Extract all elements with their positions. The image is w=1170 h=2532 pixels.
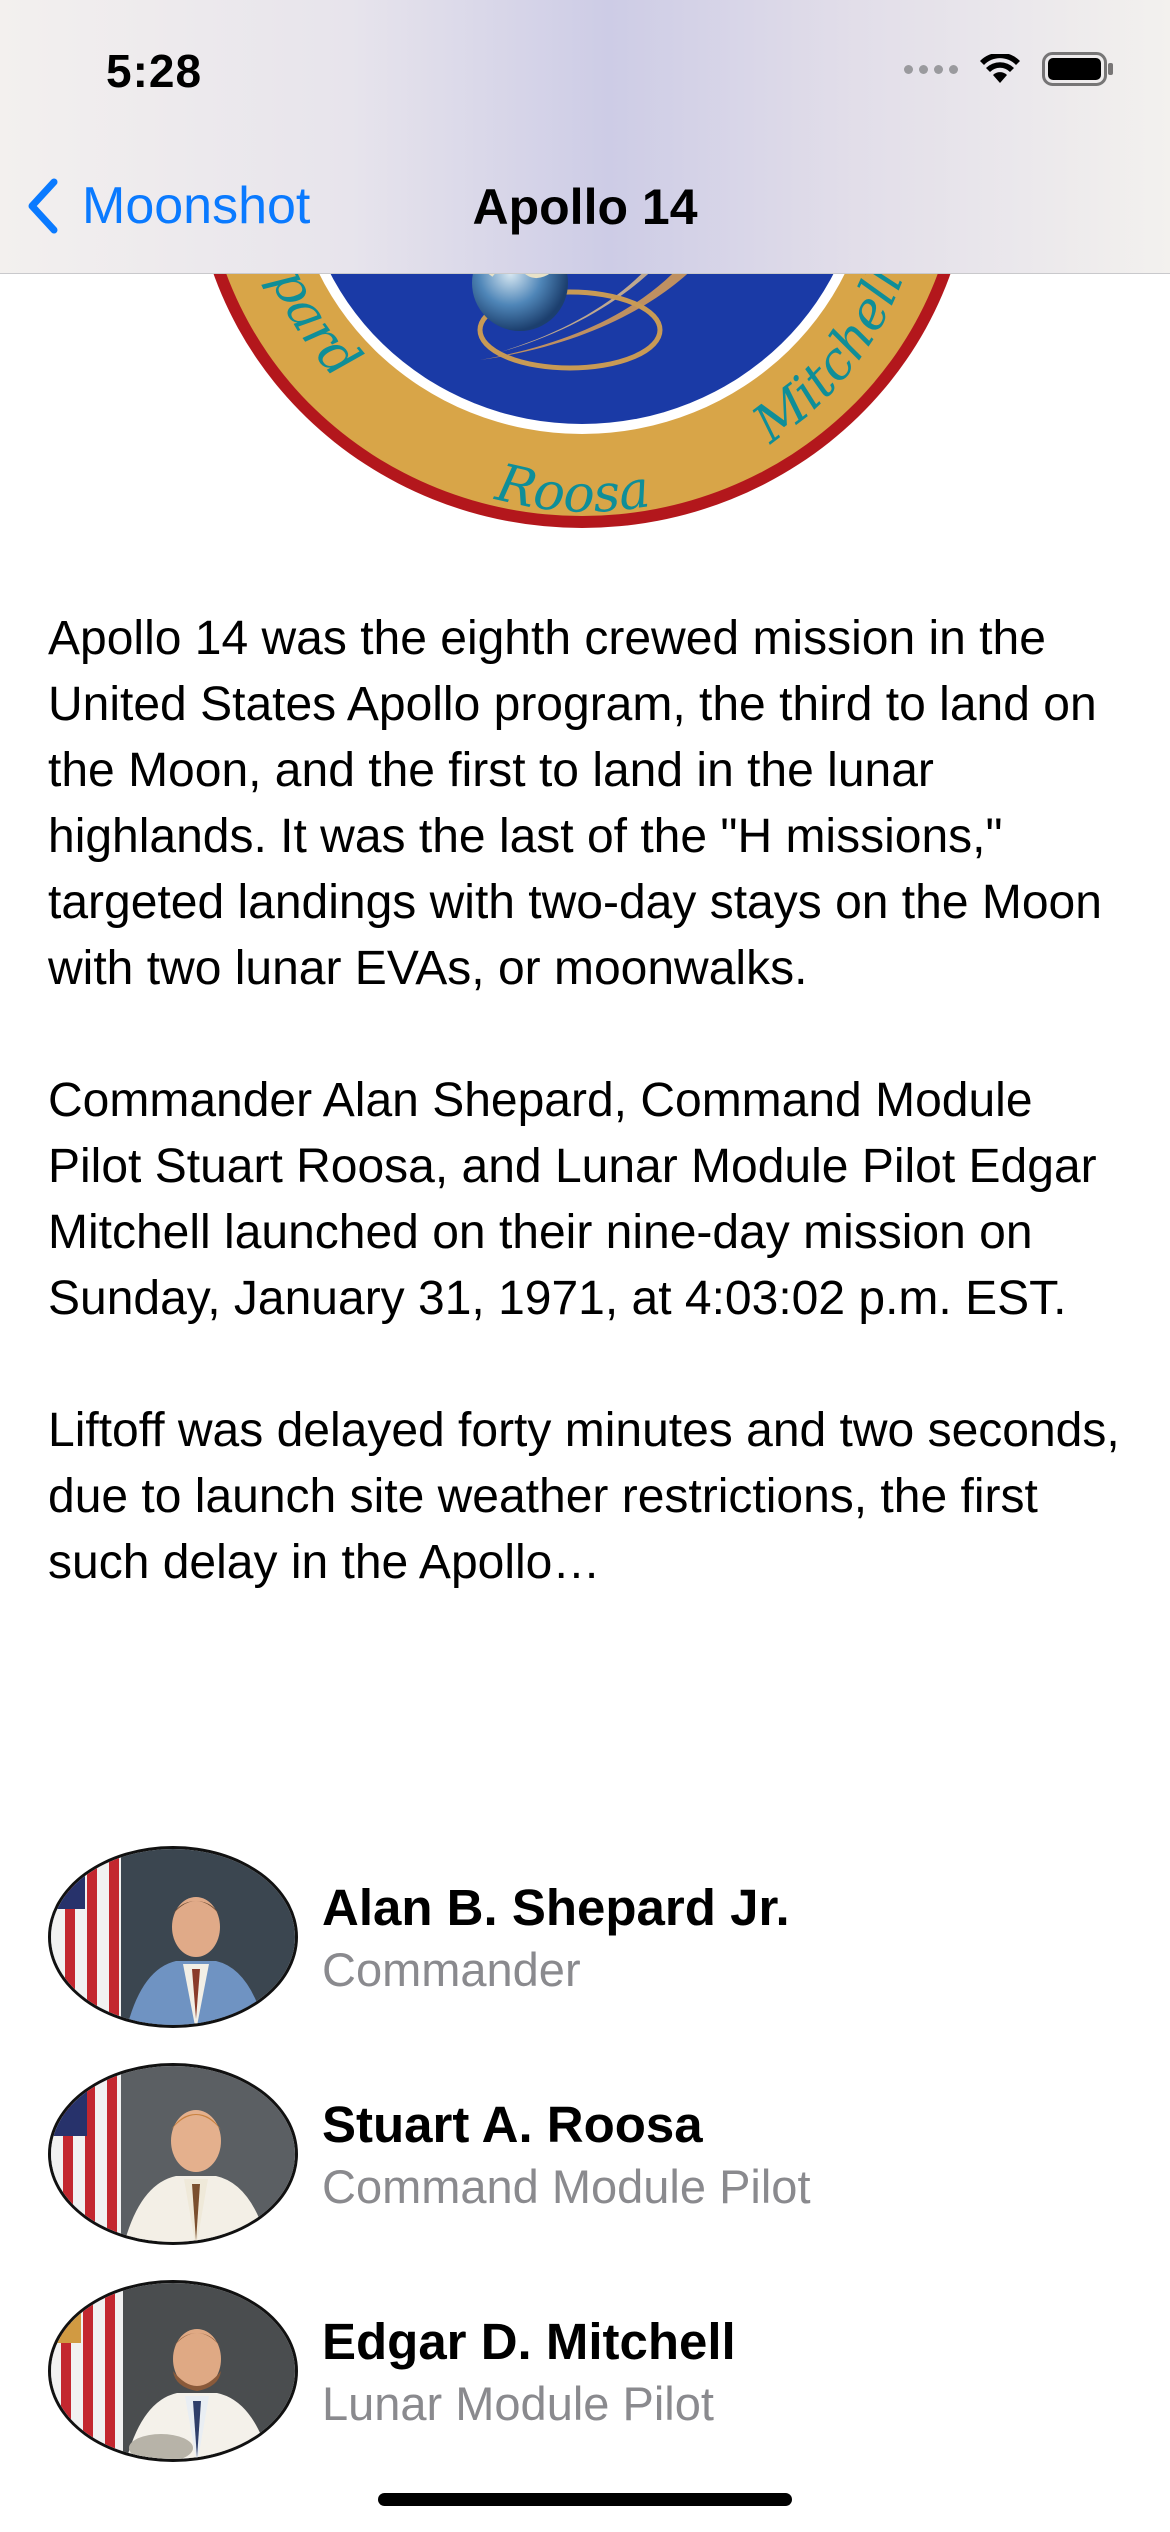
status-icons xyxy=(904,52,1114,86)
crew-name: Stuart A. Roosa xyxy=(322,2096,703,2153)
cellular-signal-icon xyxy=(904,64,958,74)
page-title: Apollo 14 xyxy=(472,179,698,235)
home-indicator[interactable] xyxy=(378,2493,792,2506)
wifi-icon xyxy=(980,54,1020,83)
description-paragraph: Liftoff was delayed forty minutes and tw… xyxy=(48,1404,1120,1589)
crew-role: Lunar Module Pilot xyxy=(322,2377,714,2430)
battery-icon xyxy=(1042,52,1113,86)
astronaut-photo-roosa xyxy=(48,2063,298,2245)
description-paragraph: Commander Alan Shepard, Command Module P… xyxy=(48,1074,1097,1325)
astronaut-photo-shepard xyxy=(48,1846,298,2028)
crew-name: Alan B. Shepard Jr. xyxy=(322,1879,790,1936)
crew-role: Command Module Pilot xyxy=(322,2160,811,2213)
crew-name: Edgar D. Mitchell xyxy=(322,2313,736,2370)
navigation-bar: 5:28 Moonshot Apollo 14 xyxy=(0,0,1170,274)
mission-description: Apollo 14 was the eighth crewed mission … xyxy=(48,606,1128,1596)
description-paragraph: Apollo 14 was the eighth crewed mission … xyxy=(48,612,1102,995)
crew-role: Commander xyxy=(322,1943,581,1996)
astronaut-photo-mitchell xyxy=(48,2280,298,2462)
status-time: 5:28 xyxy=(106,45,203,97)
